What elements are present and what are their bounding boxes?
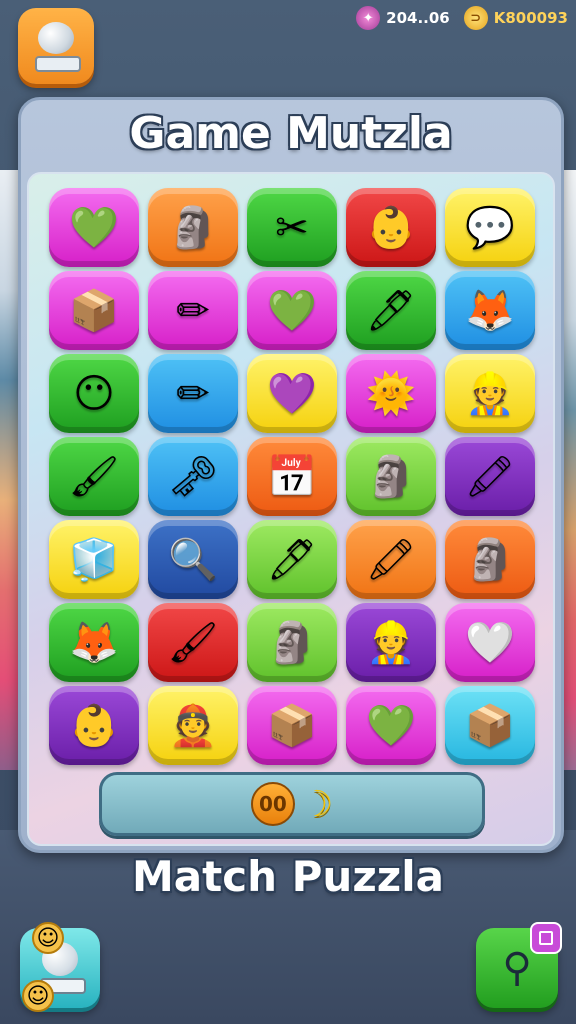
game-subtitle: Match Puzzla [132,852,444,901]
purple-heart-icon: 💜 [267,370,317,417]
tile-block-face[interactable]: 🗿 [148,188,238,267]
brush-icon: 🖌 [167,619,219,666]
pencil-icon: ✏ [176,287,210,334]
tile-green-heart[interactable]: 💚 [49,188,139,267]
green-heart-icon: 💚 [69,204,119,251]
tile-brush[interactable]: 🖌 [148,603,238,682]
gems-counter[interactable]: ✦ 204..06 [356,6,450,30]
search-button[interactable]: ⚲ [476,922,562,1008]
tile-brush[interactable]: 🖌 [49,437,139,516]
pencil-icon: ✏ [176,370,210,417]
tile-pencil[interactable]: ✏ [148,354,238,433]
tile-calendar[interactable]: 📅 [247,437,337,516]
tile-magnifier[interactable]: 🔍 [148,520,238,599]
tile-block-face[interactable]: 🗿 [445,520,535,599]
coins-value: K800093 [493,9,568,27]
origami-icon: 🦊 [465,287,515,334]
baby-face-icon: 👶 [366,204,416,251]
smiley-icon: ☺ [32,922,64,954]
calendar-icon: 📅 [267,453,317,500]
speech-face-icon: 💬 [465,204,515,251]
tile-blue-cube[interactable]: 🧊 [49,520,139,599]
magnifier-icon: ⚲ [502,945,532,991]
tile-pencil[interactable]: 🖊 [346,271,436,350]
brush-icon: 🖌 [68,453,120,500]
tile-origami[interactable]: 🦊 [445,271,535,350]
tile-pencil[interactable]: 🖍 [445,437,535,516]
tile-purple-heart[interactable]: 💜 [247,354,337,433]
sun-icon: 🌞 [366,370,416,417]
key-icon: 🗝 [167,453,219,500]
tile-wood-crate[interactable]: 📦 [445,686,535,765]
pencil-icon: 🖊 [365,287,417,334]
hud: ✦ 204..06 ⊃ K800093 [356,6,568,30]
hat-face-icon: 👷 [366,619,416,666]
wood-crate-icon: 📦 [465,702,515,749]
game-panel: Game Mutzla 💚 🗿 ✂ 👶 💬 📦 ✏ 💚 🖊 🦊 😶 ✏ 💜 🌞 👷 🖌 🗝 📅 🗿 🖍 🧊 🔍 🖊 🖍 🗿 🦊 🖌 🗿… [18,97,564,853]
blue-cube-icon: 🧊 [69,536,119,583]
tile-hat-face[interactable]: 👲 [148,686,238,765]
origami-icon: 🦊 [69,619,119,666]
block-face-icon: 🗿 [267,619,317,666]
tile-green-heart[interactable]: 💚 [346,686,436,765]
game-title: Game Mutzla [129,108,453,159]
gem-icon: ✦ [356,6,381,30]
tile-sun[interactable]: 🌞 [346,354,436,433]
coins-counter[interactable]: ⊃ K800093 [463,6,568,30]
gems-value: 204..06 [386,9,450,27]
hat-face-icon: 👷 [465,370,515,417]
tile-heart-outline[interactable]: 💚 [247,271,337,350]
crystal-ball-button[interactable] [18,8,94,84]
treasure-box-icon: 📦 [267,702,317,749]
tile-pencil[interactable]: 🖍 [346,520,436,599]
block-face-icon: 🗿 [366,453,416,500]
crossed-tools-icon: ✂ [275,204,309,251]
treasure-box-icon: 📦 [69,287,119,334]
hat-face-icon: 👲 [168,702,218,749]
badge-icon [530,922,562,954]
crystal-ball-icon [38,22,74,54]
tile-baby-face[interactable]: 👶 [346,188,436,267]
profile-button[interactable]: ☺ ☺ [20,922,100,1012]
green-heart-icon: 💚 [366,702,416,749]
tile-pencil[interactable]: 🖊 [247,520,337,599]
coin-icon: ⊃ [463,6,488,30]
tile-crossed-tools[interactable]: ✂ [247,188,337,267]
tile-grid: 💚 🗿 ✂ 👶 💬 📦 ✏ 💚 🖊 🦊 😶 ✏ 💜 🌞 👷 🖌 🗝 📅 🗿 🖍 🧊 🔍 🖊 🖍 🗿 🦊 🖌 🗿 👷 🤍 👶 👲 📦 💚 📦 [49,188,535,765]
pencil-icon: 🖍 [365,536,417,583]
pencil-icon: 🖍 [464,453,516,500]
baby-face-icon: 👶 [69,702,119,749]
tile-block-face[interactable]: 🗿 [346,437,436,516]
pencil-icon: 🖊 [266,536,318,583]
action-bar[interactable]: 00 ☽ [99,772,485,836]
tile-treasure-box[interactable]: 📦 [247,686,337,765]
tile-baby-face[interactable]: 👶 [49,686,139,765]
tile-block-face[interactable]: 🗿 [247,603,337,682]
moon-icon[interactable]: ☽ [301,784,333,825]
tile-treasure-box[interactable]: 📦 [49,271,139,350]
ring-icon[interactable]: 00 [250,782,295,826]
tile-key[interactable]: 🗝 [148,437,238,516]
tile-hat-face[interactable]: 👷 [445,354,535,433]
tile-hat-face[interactable]: 👷 [346,603,436,682]
tile-speech-face[interactable]: 💬 [445,188,535,267]
heart-outline-icon: 💚 [267,287,317,334]
brown-face-icon: 😶 [73,370,115,417]
tile-origami[interactable]: 🦊 [49,603,139,682]
block-face-icon: 🗿 [168,204,218,251]
magnifier-icon: 🔍 [168,536,218,583]
tile-white-heart[interactable]: 🤍 [445,603,535,682]
game-board: 💚 🗿 ✂ 👶 💬 📦 ✏ 💚 🖊 🦊 😶 ✏ 💜 🌞 👷 🖌 🗝 📅 🗿 🖍 🧊 🔍 🖊 🖍 🗿 🦊 🖌 🗿 👷 🤍 👶 👲 📦 💚 📦 [27,172,555,846]
smiley-icon: ☺ [22,980,54,1012]
tile-brown-face[interactable]: 😶 [49,354,139,433]
tile-pencil[interactable]: ✏ [148,271,238,350]
white-heart-icon: 🤍 [465,619,515,666]
block-face-icon: 🗿 [465,536,515,583]
